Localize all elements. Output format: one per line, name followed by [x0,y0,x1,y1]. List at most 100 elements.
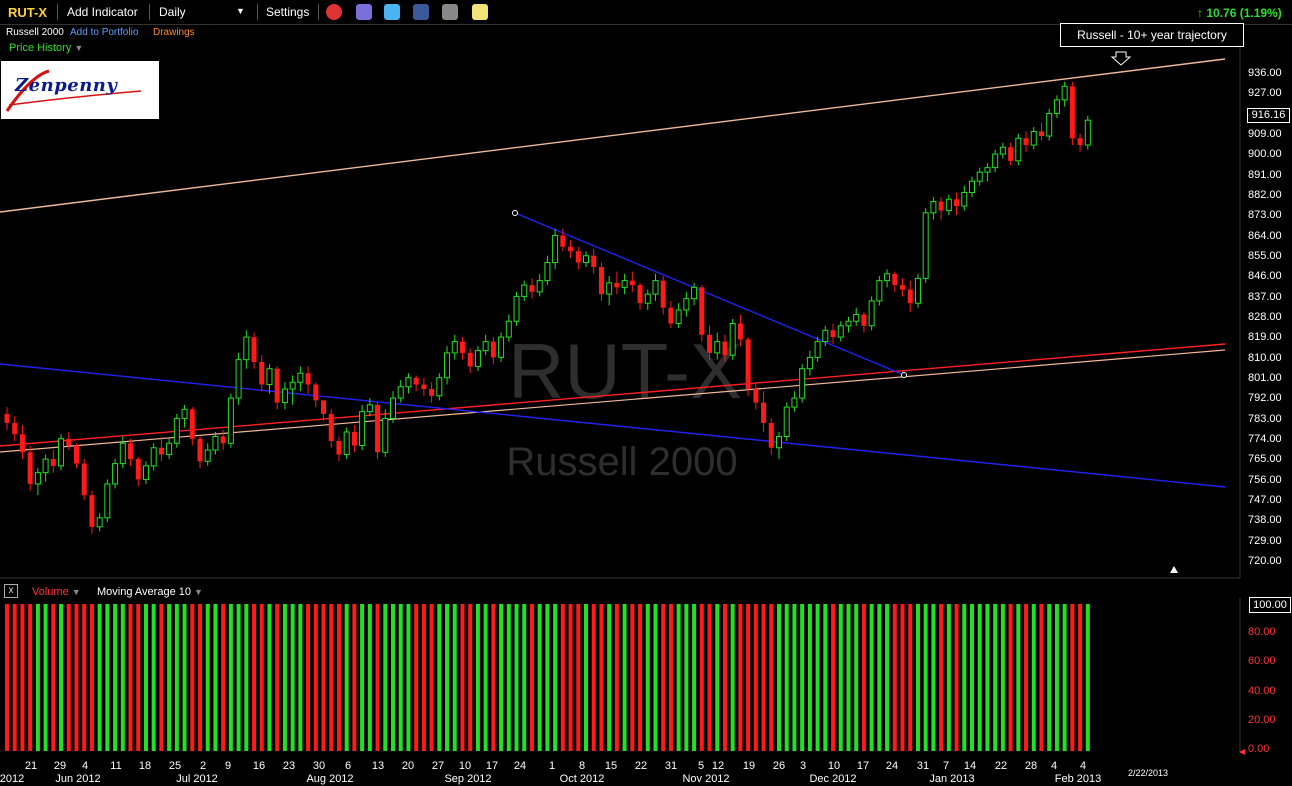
candle-body[interactable] [683,298,690,311]
candle-body[interactable] [699,287,705,335]
moving-average-menu[interactable]: Moving Average 10 ▼ [97,586,203,598]
trendline-anchor[interactable] [512,210,518,216]
candle-body[interactable] [753,389,759,403]
candle-body[interactable] [197,438,203,462]
candle-body[interactable] [799,368,806,399]
candle-body[interactable] [1084,119,1091,146]
candle-body[interactable] [992,153,999,169]
candle-body[interactable] [89,495,95,527]
candle-body[interactable] [351,431,357,446]
candle-body[interactable] [783,406,790,437]
candle-body[interactable] [66,438,72,446]
candle-body[interactable] [266,368,273,386]
candle-body[interactable] [81,463,87,496]
candle-body[interactable] [305,373,311,385]
candle-body[interactable] [675,309,682,325]
candle-body[interactable] [390,397,396,419]
candle-body[interactable] [50,459,56,466]
candle-body[interactable] [668,307,674,324]
candle-body[interactable] [822,329,829,343]
candle-body[interactable] [544,262,551,282]
candle-body[interactable] [459,341,465,353]
candle-body[interactable] [884,273,891,282]
candle-body[interactable] [568,246,574,252]
candle-body[interactable] [737,323,743,340]
candle-body[interactable] [868,300,875,327]
candle-body[interactable] [900,285,906,290]
candle-body[interactable] [552,234,559,264]
candle-body[interactable] [259,361,265,385]
candle-body[interactable] [806,356,813,370]
candle-body[interactable] [173,417,180,444]
candle-body[interactable] [119,442,126,465]
candle-body[interactable] [436,377,443,397]
candle-body[interactable] [135,459,141,480]
candle-body[interactable] [791,397,798,408]
close-panel-button[interactable]: x [4,584,18,598]
candle-body[interactable] [204,449,211,462]
candle-body[interactable] [467,352,473,367]
candle-body[interactable] [768,422,774,448]
candle-body[interactable] [1015,137,1022,162]
candle-body[interactable] [150,447,157,467]
candle-body[interactable] [583,255,589,264]
candle-body[interactable] [397,386,404,399]
candle-body[interactable] [498,336,505,358]
candle-body[interactable] [96,517,103,528]
candle-body[interactable] [227,397,234,444]
candle-body[interactable] [892,273,898,286]
candle-body[interactable] [745,339,751,390]
candle-body[interactable] [12,422,18,435]
candle-body[interactable] [1023,138,1029,146]
candle-body[interactable] [366,404,373,413]
candle-body[interactable] [830,330,836,338]
candle-body[interactable] [938,201,944,211]
candle-body[interactable] [181,408,188,419]
candle-body[interactable] [1030,130,1037,146]
candle-body[interactable] [707,334,713,353]
candle-body[interactable] [289,381,296,390]
candle-body[interactable] [444,352,451,379]
candle-body[interactable] [235,359,242,399]
candle-body[interactable] [644,293,651,304]
candle-body[interactable] [914,277,921,304]
candle-body[interactable] [513,295,520,322]
candle-body[interactable] [73,445,79,464]
candle-body[interactable] [954,199,960,207]
candle-body[interactable] [652,280,659,295]
candle-body[interactable] [421,384,427,390]
candle-body[interactable] [505,320,512,338]
candle-body[interactable] [104,483,111,519]
candle-body[interactable] [251,337,257,362]
candle-body[interactable] [560,235,566,247]
candle-body[interactable] [482,341,489,352]
candle-body[interactable] [274,368,280,403]
candle-body[interactable] [243,336,250,361]
trendline-anchor[interactable] [901,372,907,378]
candle-body[interactable] [297,372,304,383]
candle-body[interactable] [34,472,41,485]
candle-body[interactable] [984,167,991,173]
candle-body[interactable] [837,325,844,338]
candle-body[interactable] [598,267,604,295]
candle-body[interactable] [529,285,535,292]
candle-body[interactable] [776,435,782,449]
candle-body[interactable] [1069,86,1075,139]
candle-body[interactable] [27,452,33,484]
candle-body[interactable] [1061,85,1068,101]
candle-body[interactable] [976,171,983,182]
candle-body[interactable] [212,435,219,451]
candle-body[interactable] [999,146,1006,155]
candle-body[interactable] [876,280,883,302]
candle-body[interactable] [321,400,327,414]
candle-body[interactable] [722,341,728,356]
candle-body[interactable] [405,377,412,388]
candle-body[interactable] [490,341,496,358]
candle-body[interactable] [1008,147,1014,161]
candle-body[interactable] [861,314,867,326]
candle-body[interactable] [382,417,389,453]
candle-body[interactable] [413,377,419,385]
candle-body[interactable] [189,409,195,439]
candle-body[interactable] [336,441,342,455]
candle-body[interactable] [375,404,381,453]
